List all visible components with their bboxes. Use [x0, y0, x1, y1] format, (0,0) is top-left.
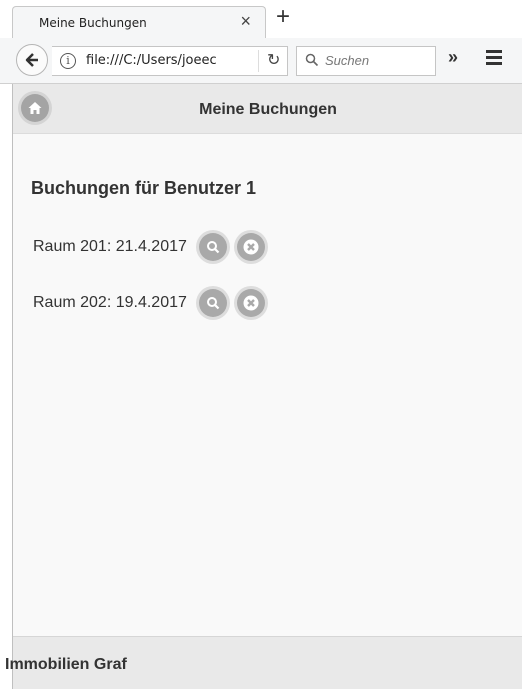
- overflow-menu-icon[interactable]: »: [448, 47, 458, 68]
- booking-item: Raum 201: 21.4.2017: [33, 232, 269, 262]
- booking-item: Raum 202: 19.4.2017: [33, 288, 269, 318]
- page-title: Meine Buchungen: [199, 101, 337, 118]
- app-header: Meine Buchungen: [13, 84, 522, 134]
- reload-icon[interactable]: ↻: [258, 50, 280, 72]
- new-tab-icon[interactable]: +: [276, 2, 290, 32]
- search-input[interactable]: Suchen: [296, 46, 436, 76]
- delete-booking-button[interactable]: [236, 289, 265, 317]
- back-button[interactable]: [16, 44, 48, 76]
- view-booking-button[interactable]: [198, 289, 227, 317]
- close-tab-icon[interactable]: ×: [240, 11, 251, 31]
- back-arrow-icon: [25, 53, 38, 67]
- search-icon: [206, 241, 220, 254]
- view-booking-button[interactable]: [198, 233, 227, 261]
- app-footer: Immobilien Graf: [5, 636, 522, 689]
- delete-icon: [243, 295, 259, 311]
- booking-label: Raum 201: 21.4.2017: [33, 238, 187, 255]
- delete-icon: [243, 239, 259, 255]
- search-icon: [206, 297, 220, 310]
- page-content: Meine Buchungen Buchungen für Benutzer 1…: [5, 84, 522, 689]
- navigation-bar: i file:///C:/Users/joeec ↻ Suchen »: [0, 38, 522, 84]
- section-heading: Buchungen für Benutzer 1: [31, 178, 257, 198]
- search-placeholder: Suchen: [325, 53, 370, 68]
- url-text[interactable]: file:///C:/Users/joeec: [86, 53, 236, 68]
- tab-strip: Meine Buchungen × +: [0, 0, 522, 38]
- search-icon: [305, 53, 319, 67]
- footer-text: Immobilien Graf: [5, 656, 127, 673]
- delete-booking-button[interactable]: [236, 233, 265, 261]
- url-bar[interactable]: i file:///C:/Users/joeec ↻: [52, 46, 288, 76]
- hamburger-menu-icon[interactable]: [486, 50, 502, 68]
- booking-label: Raum 202: 19.4.2017: [33, 294, 187, 311]
- info-icon[interactable]: i: [60, 53, 76, 69]
- browser-tab[interactable]: Meine Buchungen ×: [12, 6, 266, 38]
- tab-title: Meine Buchungen: [39, 16, 147, 30]
